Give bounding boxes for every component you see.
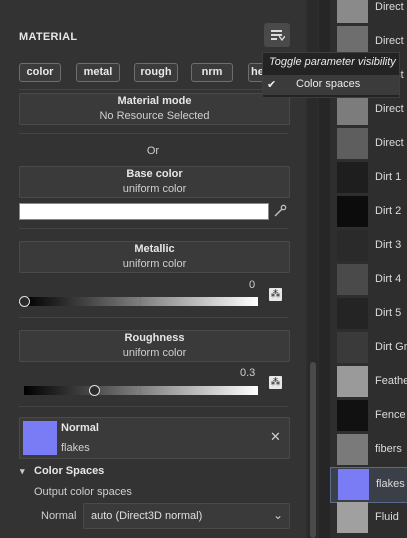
browser-item-label: Direct (375, 137, 404, 149)
browser-item-label: fibers (375, 443, 402, 455)
roughness-title: Roughness (124, 332, 185, 344)
metallic-value: uniform color (122, 258, 187, 270)
section-title: MATERIAL (19, 31, 78, 43)
divider (19, 89, 288, 90)
material-mode-value: No Resource Selected (99, 110, 210, 122)
metallic-slider[interactable] (24, 297, 258, 306)
base-color-value: uniform color (122, 183, 187, 195)
normal-color-space-label: Normal (41, 510, 77, 522)
random-dice-icon[interactable]: ⁂ (269, 376, 282, 389)
material-thumbnail (337, 264, 368, 295)
browser-item[interactable]: flakes (330, 467, 407, 503)
normal-value: flakes (61, 442, 90, 454)
roughness-slider[interactable] (24, 386, 258, 395)
chip-metal[interactable]: metal (76, 63, 120, 82)
divider (19, 406, 288, 407)
base-color-swatch[interactable] (19, 203, 269, 220)
material-thumbnail (338, 469, 369, 500)
browser-item-label: Dirt 2 (375, 205, 402, 217)
metallic-title: Metallic (134, 243, 175, 255)
browser-item-label: Dirt Gr (375, 341, 407, 353)
chip-nrm[interactable]: nrm (191, 63, 233, 82)
output-color-spaces-label: Output color spaces (34, 486, 132, 498)
browser-item-label: Dirt 1 (375, 171, 402, 183)
divider (19, 317, 288, 318)
popup-item-label: Color spaces (296, 78, 361, 90)
material-panel: MATERIAL color metal rough nrm he Materi… (0, 0, 306, 538)
color-spaces-section[interactable]: ▾ Color Spaces (20, 465, 104, 477)
browser-item-label: Feathe (375, 375, 407, 387)
checkmark-icon: ✔ (267, 79, 277, 91)
material-thumbnail (337, 196, 368, 227)
material-thumbnail (337, 0, 368, 23)
divider (19, 228, 288, 229)
metallic-slider-value: 0 (249, 279, 256, 291)
browser-item[interactable]: fibers (330, 433, 407, 467)
material-thumbnail (337, 502, 368, 533)
browser-item[interactable]: Feathe (330, 365, 407, 399)
close-icon[interactable]: ✕ (270, 429, 281, 445)
browser-item-label: flakes (376, 478, 405, 490)
material-thumbnail (337, 94, 368, 125)
metallic-field[interactable]: Metallic uniform color (19, 241, 290, 273)
base-color-title: Base color (126, 168, 183, 180)
material-thumbnail (337, 298, 368, 329)
chevron-down-icon: ⌄ (272, 508, 283, 522)
browser-item[interactable]: Fluid (330, 501, 407, 535)
roughness-field[interactable]: Roughness uniform color (19, 330, 290, 362)
browser-item-label: Direct (375, 35, 404, 47)
eyedropper-icon[interactable] (273, 204, 287, 218)
material-thumbnail (337, 162, 368, 193)
browser-item[interactable]: Direct (330, 93, 407, 127)
random-dice-icon[interactable]: ⁂ (269, 288, 282, 301)
material-thumbnail (337, 366, 368, 397)
material-thumbnail (337, 332, 368, 363)
color-spaces-title: Color Spaces (34, 465, 105, 477)
browser-item-label: Dirt 3 (375, 239, 402, 251)
divider (19, 133, 288, 134)
browser-item[interactable]: Dirt 5 (330, 297, 407, 331)
browser-item-label: Direct (375, 1, 404, 13)
material-thumbnail (337, 400, 368, 431)
roughness-value: uniform color (122, 347, 187, 359)
scrollbar-thumb[interactable] (310, 362, 316, 538)
normal-color-space-value: auto (Direct3D normal) (91, 510, 203, 522)
chip-rough[interactable]: rough (134, 63, 178, 82)
normal-color-space-select[interactable]: auto (Direct3D normal) ⌄ (83, 503, 290, 529)
material-thumbnail (337, 230, 368, 261)
browser-item-label: Fence (375, 409, 406, 421)
material-mode-field[interactable]: Material mode No Resource Selected (19, 93, 290, 125)
browser-item[interactable]: Dirt 2 (330, 195, 407, 229)
popup-title: Toggle parameter visibility (269, 56, 396, 68)
browser-item[interactable]: Fence (330, 399, 407, 433)
chevron-down-icon: ▾ (20, 466, 25, 476)
metallic-slider-knob[interactable] (19, 296, 30, 307)
parameter-visibility-popup: Toggle parameter visibility ✔ Color spac… (262, 52, 400, 98)
browser-item[interactable]: Dirt 1 (330, 161, 407, 195)
normal-title: Normal (61, 422, 99, 434)
browser-item-label: Dirt 5 (375, 307, 402, 319)
roughness-slider-value: 0.3 (240, 367, 256, 379)
base-color-field[interactable]: Base color uniform color (19, 166, 290, 198)
browser-item[interactable]: Dirt 4 (330, 263, 407, 297)
popup-item-color-spaces[interactable]: ✔ Color spaces (263, 75, 399, 95)
browser-item-label: Dirt 4 (375, 273, 402, 285)
material-thumbnail (337, 128, 368, 159)
browser-item[interactable]: Dirt Gr (330, 331, 407, 365)
material-thumbnail (337, 434, 368, 465)
browser-item-label: Fluid (375, 511, 399, 523)
browser-item[interactable]: Direct (330, 127, 407, 161)
or-label: Or (146, 145, 160, 157)
chip-color[interactable]: color (19, 63, 61, 82)
browser-item[interactable]: Dirt 3 (330, 229, 407, 263)
browser-item[interactable]: Direct (330, 0, 407, 25)
normal-field[interactable]: Normal flakes ✕ (19, 417, 290, 459)
normal-map-thumbnail (23, 421, 57, 455)
parameter-visibility-menu-button[interactable] (264, 23, 290, 47)
material-mode-title: Material mode (117, 95, 192, 107)
browser-item-label: Direct (375, 103, 404, 115)
